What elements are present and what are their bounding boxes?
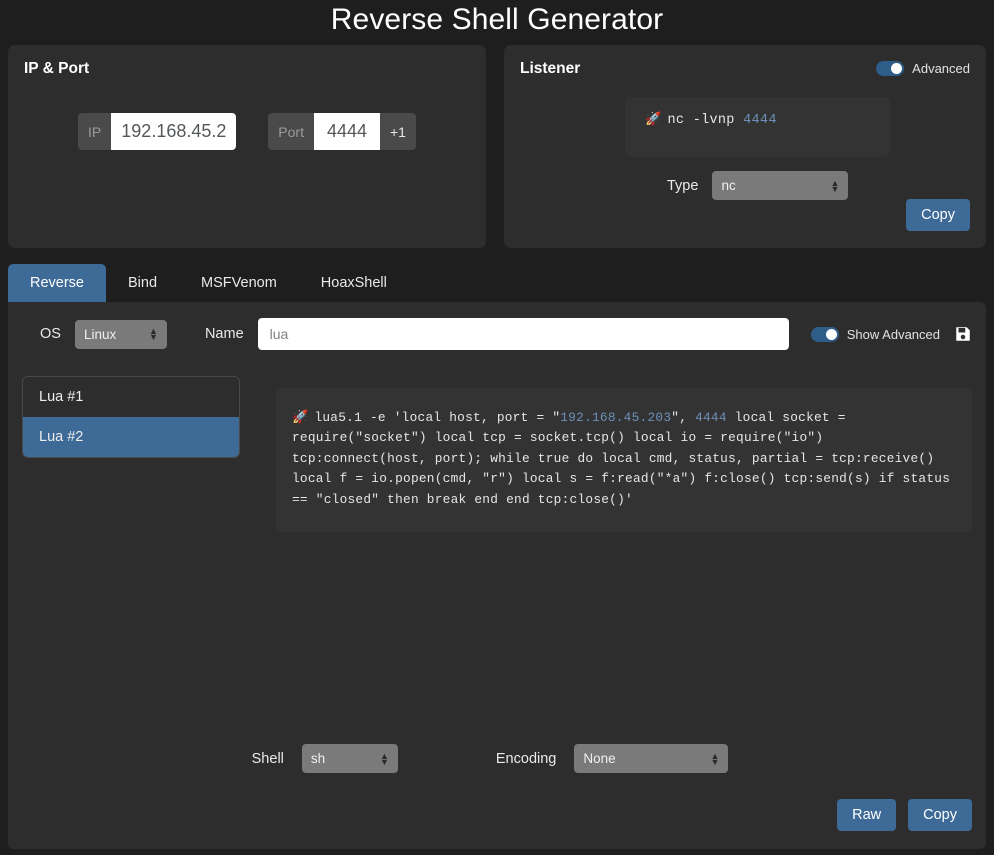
name-input[interactable] (257, 318, 789, 350)
ip-port-fields: IP Port +1 (24, 113, 470, 150)
generated-command-text: lua5.1 -e 'local host, port = "192.168.4… (292, 410, 959, 507)
name-label: Name (204, 326, 244, 342)
tab-msfvenom[interactable]: MSFVenom (179, 264, 299, 302)
port-label: Port (268, 113, 314, 150)
generated-command-box[interactable]: 🚀 lua5.1 -e 'local host, port = "192.168.… (276, 388, 972, 533)
listener-type-select[interactable]: nc (712, 171, 849, 200)
toggle-switch-icon[interactable] (810, 326, 839, 342)
listener-type-row: Type nc ▲ ▼ (520, 171, 970, 200)
show-advanced-label: Show Advanced (846, 326, 940, 342)
bottom-actions: Raw Copy (837, 799, 972, 831)
os-label: OS (40, 326, 61, 342)
port-input[interactable] (313, 113, 380, 150)
rocket-icon: 🚀 (292, 410, 309, 425)
tab-bar: Reverse Bind MSFVenom HoaxShell (8, 264, 994, 302)
toggle-switch-icon[interactable] (876, 61, 905, 76)
bottom-options-row: Shell sh ▲ ▼ Encoding None ▲ ▼ (8, 744, 972, 773)
copy-command-button[interactable]: Copy (908, 799, 972, 831)
floppy-disk-save-icon[interactable] (954, 325, 972, 343)
rocket-icon: 🚀 (645, 112, 662, 127)
listener-panel: Listener Advanced 🚀 nc -lvnp 4444 Type nc… (504, 45, 986, 248)
listener-advanced-label: Advanced (912, 61, 970, 76)
ip-port-panel: IP & Port IP Port +1 (8, 45, 486, 248)
list-item[interactable]: Lua #2 (23, 417, 239, 457)
ip-label: IP (78, 113, 112, 150)
tab-reverse[interactable]: Reverse (8, 264, 106, 302)
os-select[interactable]: Linux (74, 319, 167, 349)
raw-button[interactable]: Raw (837, 799, 897, 831)
listener-command-box[interactable]: 🚀 nc -lvnp 4444 (625, 97, 890, 157)
reverse-tab-content: OS Linux ▲▼ Name Show Advanced Lua #1 Lu… (8, 302, 986, 849)
shell-select-wrap: sh ▲ ▼ (301, 744, 398, 773)
listener-command-port: 4444 (743, 113, 777, 128)
listener-command-text: nc -lvnp (667, 113, 744, 128)
shell-label: Shell (251, 750, 284, 767)
show-advanced-toggle[interactable]: Show Advanced (810, 326, 940, 342)
listener-copy-button[interactable]: Copy (906, 199, 970, 231)
ip-input[interactable] (111, 113, 237, 150)
listener-type-label: Type (667, 177, 699, 194)
port-increment-button[interactable]: +1 (379, 113, 416, 150)
os-select-wrap: Linux ▲ ▼ (74, 319, 167, 349)
encoding-label: Encoding (495, 750, 557, 767)
port-input-group: Port +1 (268, 113, 416, 150)
listener-advanced-toggle[interactable]: Advanced (876, 61, 970, 76)
reverse-body: Lua #1 Lua #2 🚀 lua5.1 -e 'local host, po… (22, 376, 972, 533)
ip-port-panel-title: IP & Port (24, 60, 90, 77)
list-item[interactable]: Lua #1 (23, 377, 239, 417)
encoding-select[interactable]: None (574, 744, 729, 773)
page-title: Reverse Shell Generator (330, 3, 664, 36)
listener-type-select-wrap: nc ▲ ▼ (712, 171, 849, 200)
shell-select[interactable]: sh (301, 744, 398, 773)
snippet-list: Lua #1 Lua #2 (22, 376, 240, 458)
tab-hoaxshell[interactable]: HoaxShell (299, 264, 409, 302)
top-panels-row: IP & Port IP Port +1 Listener Advanced 🚀… (0, 40, 994, 250)
tab-bind[interactable]: Bind (106, 264, 179, 302)
ip-input-group: IP (78, 113, 237, 150)
encoding-select-wrap: None ▲ ▼ (574, 744, 729, 773)
reverse-toolbar: OS Linux ▲▼ Name Show Advanced (22, 318, 972, 350)
